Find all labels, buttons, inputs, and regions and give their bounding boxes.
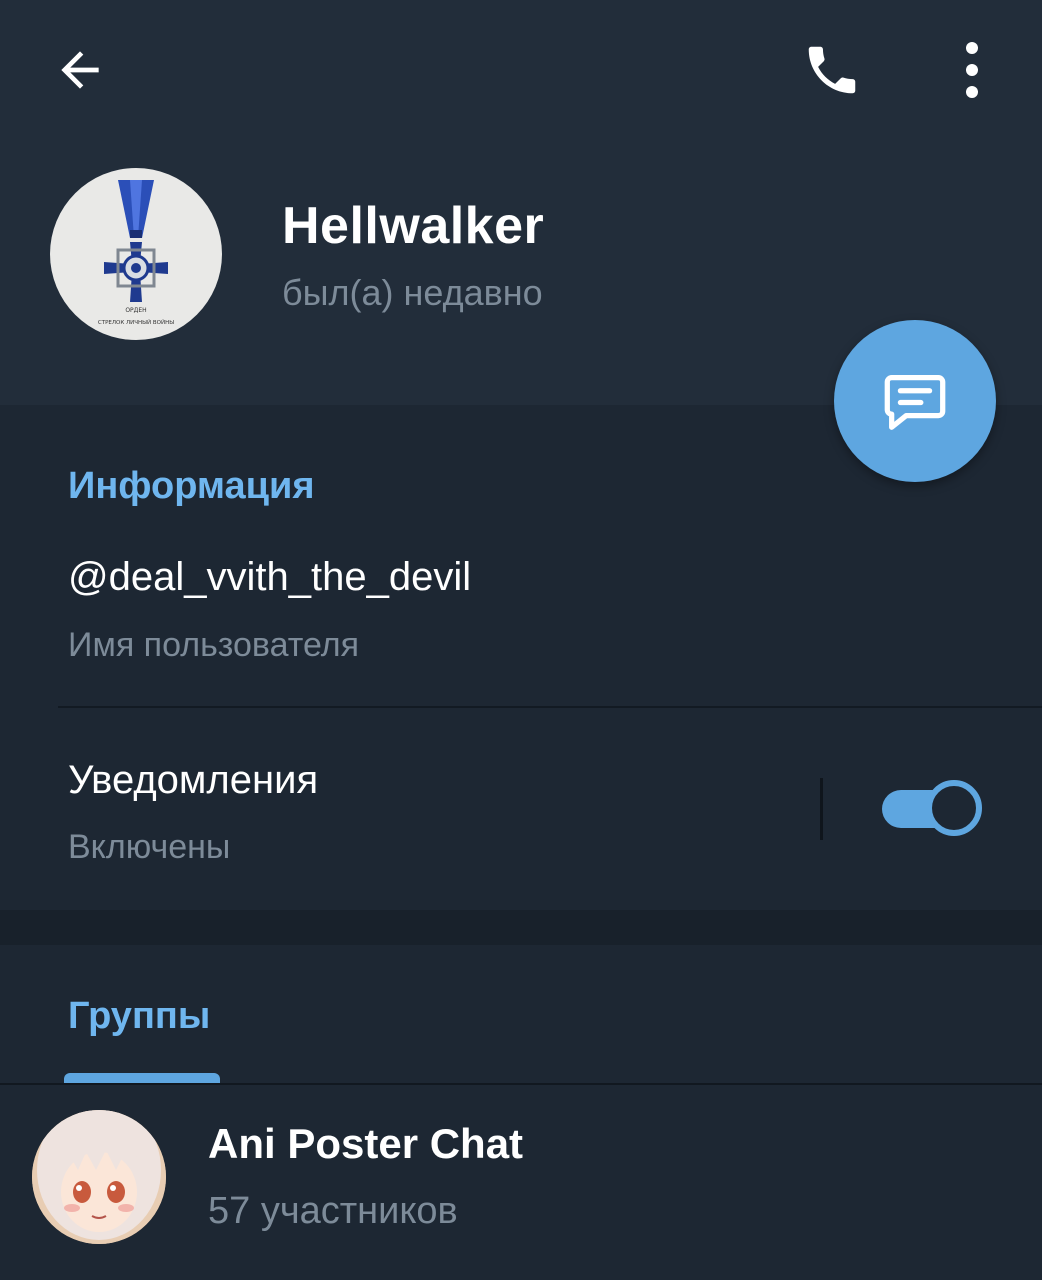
section-gap (0, 910, 1042, 945)
tab-indicator (64, 1073, 220, 1083)
group-members-count: 57 участников (208, 1190, 458, 1232)
more-vertical-icon (966, 42, 978, 98)
back-button[interactable] (40, 30, 120, 110)
vertical-separator (820, 778, 823, 840)
username-label: Имя пользователя (68, 626, 359, 664)
phone-icon (808, 46, 856, 94)
info-section-title: Информация (68, 465, 315, 507)
divider (58, 706, 1042, 708)
more-options-button[interactable] (936, 30, 1008, 110)
call-button[interactable] (792, 30, 872, 110)
profile-status: был(а) недавно (282, 272, 543, 313)
notifications-toggle[interactable] (882, 780, 982, 836)
anime-girl-avatar (32, 1110, 166, 1244)
medal-cross-icon: ОРДЕН СТРЕЛОК ЛИЧНЫЙ ВОЙНЫ (98, 180, 174, 326)
notifications-title[interactable]: Уведомления (68, 758, 318, 803)
group-avatar[interactable] (32, 1110, 166, 1244)
svg-text:СТРЕЛОК ЛИЧНЫЙ ВОЙНЫ: СТРЕЛОК ЛИЧНЫЙ ВОЙНЫ (98, 319, 174, 326)
toggle-knob (926, 780, 982, 836)
svg-text:ОРДЕН: ОРДЕН (125, 307, 146, 314)
tab-groups[interactable]: Группы (68, 995, 210, 1038)
arrow-left-icon (61, 51, 99, 89)
send-message-button[interactable] (834, 320, 996, 482)
username-value[interactable]: @deal_vvith_the_devil (68, 555, 471, 600)
profile-name: Hellwalker (282, 197, 545, 255)
profile-avatar[interactable]: ОРДЕН СТРЕЛОК ЛИЧНЫЙ ВОЙНЫ (50, 168, 222, 340)
notifications-status: Включены (68, 828, 231, 866)
message-icon (884, 375, 946, 430)
group-name: Ani Poster Chat (208, 1120, 524, 1167)
